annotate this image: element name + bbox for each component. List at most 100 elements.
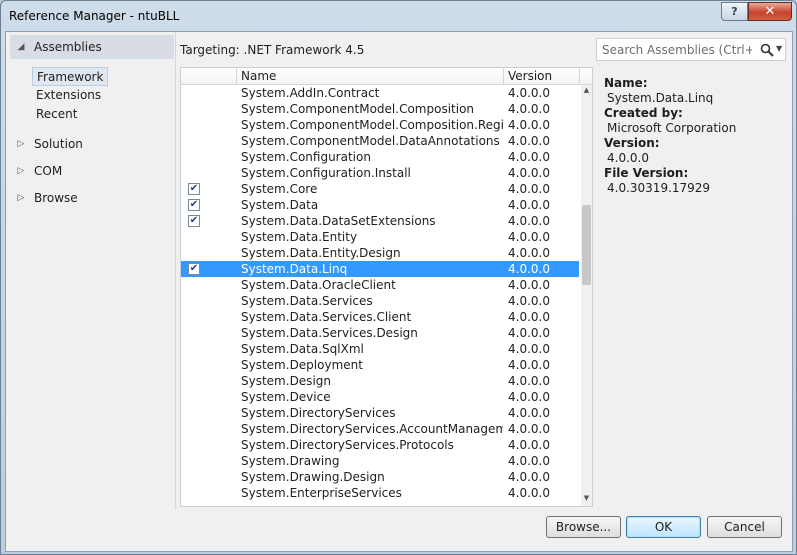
nav-section-assemblies[interactable]: ◢ Assemblies — [10, 35, 174, 59]
collapsed-arrow-icon: ▷ — [17, 193, 25, 203]
table-row[interactable]: System.Device 4.0.0.0 — [181, 389, 579, 405]
scroll-down-arrow-icon[interactable]: ▼ — [581, 493, 592, 504]
table-row[interactable]: System.Data.SqlXml 4.0.0.0 — [181, 341, 579, 357]
window-title: Reference Manager - ntuBLL — [9, 9, 180, 23]
detail-name-label: Name: — [604, 76, 648, 90]
assembly-version: 4.0.0.0 — [508, 454, 550, 468]
detail-file-version-label: File Version: — [604, 166, 689, 180]
search-box[interactable]: ▼ — [596, 38, 786, 61]
assembly-name: System.ComponentModel.Composition.Regist… — [241, 118, 503, 132]
close-button[interactable]: ✕ — [748, 2, 792, 21]
assembly-name: System.Data.SqlXml — [241, 342, 364, 356]
assembly-version: 4.0.0.0 — [508, 134, 550, 148]
table-row[interactable]: System.ComponentModel.DataAnnotations 4.0… — [181, 133, 579, 149]
assembly-version: 4.0.0.0 — [508, 326, 550, 340]
assembly-name: System.ComponentModel.Composition — [241, 102, 475, 116]
assembly-version: 4.0.0.0 — [508, 166, 550, 180]
assembly-name: System.Data — [241, 198, 319, 212]
assembly-version: 4.0.0.0 — [508, 342, 550, 356]
assembly-name: System.EnterpriseServices — [241, 486, 402, 500]
cancel-button[interactable]: Cancel — [707, 516, 782, 538]
ok-button[interactable]: OK — [626, 516, 701, 538]
table-row[interactable]: System.ComponentModel.Composition 4.0.0.0 — [181, 101, 579, 117]
checkbox-checked-icon[interactable]: ✔ — [188, 215, 200, 227]
assembly-version: 4.0.0.0 — [508, 214, 550, 228]
assembly-name: System.Data.Entity.Design — [241, 246, 401, 260]
assembly-version: 4.0.0.0 — [508, 246, 550, 260]
nav-section-label: COM — [34, 164, 63, 178]
search-options-dropdown-icon[interactable]: ▼ — [776, 44, 782, 53]
assembly-name: System.Data.Linq — [241, 262, 348, 276]
table-row[interactable]: System.Drawing.Design 4.0.0.0 — [181, 469, 579, 485]
table-row[interactable]: System.Data.OracleClient 4.0.0.0 — [181, 277, 579, 293]
nav-item-framework[interactable]: Framework — [32, 67, 109, 86]
detail-version-value: 4.0.0.0 — [607, 151, 649, 165]
checkbox-checked-icon[interactable]: ✔ — [188, 199, 200, 211]
table-row[interactable]: System.Data.Entity 4.0.0.0 — [181, 229, 579, 245]
nav-section-browse[interactable]: ▷ Browse — [10, 186, 174, 210]
assembly-name: System.AddIn.Contract — [241, 86, 380, 100]
dialog-client-area: ◢ Assemblies Framework Extensions Recent… — [5, 31, 793, 552]
table-row[interactable]: System.Data.Entity.Design 4.0.0.0 — [181, 245, 579, 261]
table-row[interactable]: ✔ System.Data.Linq 4.0.0.0 — [181, 261, 579, 277]
checkbox-checked-icon[interactable]: ✔ — [188, 183, 200, 195]
list-scrollbar[interactable]: ▲ ▼ — [581, 85, 592, 506]
assembly-version: 4.0.0.0 — [508, 438, 550, 452]
table-row[interactable]: System.Data.Services.Design 4.0.0.0 — [181, 325, 579, 341]
search-input[interactable] — [602, 42, 752, 58]
table-row[interactable]: ✔ System.Data.DataSetExtensions 4.0.0.0 — [181, 213, 579, 229]
assembly-version: 4.0.0.0 — [508, 118, 550, 132]
table-row[interactable]: ✔ System.Data 4.0.0.0 — [181, 197, 579, 213]
detail-created-value: Microsoft Corporation — [607, 121, 737, 135]
assembly-version: 4.0.0.0 — [508, 470, 550, 484]
scroll-thumb[interactable] — [582, 205, 591, 285]
table-row[interactable]: System.Design 4.0.0.0 — [181, 373, 579, 389]
help-button[interactable]: ? — [721, 2, 748, 21]
assembly-version: 4.0.0.0 — [508, 198, 550, 212]
table-row[interactable]: System.Configuration.Install 4.0.0.0 — [181, 165, 579, 181]
assembly-name: System.ComponentModel.DataAnnotations — [241, 134, 500, 148]
scroll-up-arrow-icon[interactable]: ▲ — [581, 85, 592, 96]
browse-button[interactable]: Browse... — [546, 516, 621, 538]
table-row[interactable]: System.EnterpriseServices 4.0.0.0 — [181, 485, 579, 501]
detail-name-value: System.Data.Linq — [607, 91, 714, 105]
list-header: Name Version — [181, 68, 592, 85]
nav-item-extensions[interactable]: Extensions — [32, 86, 105, 105]
table-row[interactable]: System.Data.Services 4.0.0.0 — [181, 293, 579, 309]
table-row[interactable]: System.ComponentModel.Composition.Regist… — [181, 117, 579, 133]
table-row[interactable]: System.DirectoryServices.AccountManageme… — [181, 421, 579, 437]
nav-section-solution[interactable]: ▷ Solution — [10, 132, 174, 156]
detail-version-label: Version: — [604, 136, 660, 150]
reference-manager-window: Reference Manager - ntuBLL ? ✕ ◢ Assembl… — [0, 0, 797, 555]
table-row[interactable]: System.DirectoryServices 4.0.0.0 — [181, 405, 579, 421]
nav-section-label: Solution — [34, 137, 83, 151]
assembly-name: System.Design — [241, 374, 331, 388]
table-row[interactable]: System.DirectoryServices.Protocols 4.0.0.… — [181, 437, 579, 453]
table-row[interactable]: System.Configuration 4.0.0.0 — [181, 149, 579, 165]
table-row[interactable]: System.Data.Services.Client 4.0.0.0 — [181, 309, 579, 325]
nav-item-recent[interactable]: Recent — [32, 105, 81, 124]
column-header-check[interactable] — [181, 68, 237, 85]
assembly-version: 4.0.0.0 — [508, 102, 550, 116]
assembly-version: 4.0.0.0 — [508, 486, 550, 500]
assembly-name: System.Data.DataSetExtensions — [241, 214, 436, 228]
assembly-version: 4.0.0.0 — [508, 278, 550, 292]
nav-section-label: Assemblies — [34, 40, 102, 54]
checkbox-checked-icon[interactable]: ✔ — [188, 263, 200, 275]
assembly-name: System.DirectoryServices.Protocols — [241, 438, 454, 452]
assembly-version: 4.0.0.0 — [508, 406, 550, 420]
table-row[interactable]: System.Drawing 4.0.0.0 — [181, 453, 579, 469]
column-header-version[interactable]: Version — [504, 68, 580, 85]
assembly-name: System.Drawing — [241, 454, 340, 468]
assembly-name: System.Drawing.Design — [241, 470, 385, 484]
column-header-name[interactable]: Name — [237, 68, 504, 85]
title-bar[interactable]: Reference Manager - ntuBLL ? ✕ — [1, 1, 796, 31]
details-pane: Name: System.Data.Linq Created by: Micro… — [604, 76, 790, 196]
search-icon[interactable] — [759, 42, 775, 58]
table-row[interactable]: ✔ System.Core 4.0.0.0 — [181, 181, 579, 197]
table-row[interactable]: System.Deployment 4.0.0.0 — [181, 357, 579, 373]
table-row[interactable]: System.AddIn.Contract 4.0.0.0 — [181, 85, 579, 101]
nav-section-com[interactable]: ▷ COM — [10, 159, 174, 183]
nav-section-label: Browse — [34, 191, 78, 205]
assembly-name: System.DirectoryServices.AccountManageme… — [241, 422, 503, 436]
